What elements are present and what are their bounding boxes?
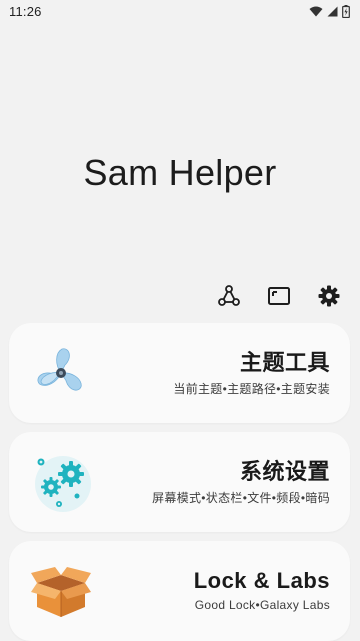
card-title: 系统设置 xyxy=(239,459,330,484)
box-icon xyxy=(31,567,91,617)
card-text: 系统设置 屏幕模式•状态栏•文件•频段•暗码 xyxy=(152,458,330,506)
card-system-settings[interactable]: 系统设置 屏幕模式•状态栏•文件•频段•暗码 xyxy=(9,432,350,532)
settings-button[interactable] xyxy=(316,283,342,309)
share-nodes-button[interactable] xyxy=(216,283,242,309)
card-title: Lock & Labs xyxy=(193,568,330,593)
status-bar: 11:26 xyxy=(0,0,360,22)
gears-icon xyxy=(35,456,91,512)
screen-frame-button[interactable] xyxy=(266,283,292,309)
card-text: Lock & Labs Good Lock•Galaxy Labs xyxy=(194,567,330,612)
status-icons xyxy=(309,4,350,18)
signal-icon xyxy=(327,6,338,16)
share-nodes-icon xyxy=(218,285,240,306)
fan-icon xyxy=(37,348,82,391)
card-subtitle: 当前主题•主题路径•主题安装 xyxy=(173,382,330,396)
card-text: 主题工具 当前主题•主题路径•主题安装 xyxy=(173,349,330,397)
status-time: 11:26 xyxy=(9,3,42,19)
gear-icon xyxy=(318,285,340,307)
screen-frame-icon xyxy=(268,287,290,305)
battery-icon xyxy=(342,4,350,18)
card-subtitle: Good Lock•Galaxy Labs xyxy=(194,598,330,612)
app-title: Sam Helper xyxy=(83,152,277,193)
toolbar xyxy=(216,283,342,309)
card-theme-tools[interactable]: 主题工具 当前主题•主题路径•主题安装 xyxy=(9,323,350,423)
card-lock-labs[interactable]: Lock & Labs Good Lock•Galaxy Labs xyxy=(9,541,350,641)
wifi-icon xyxy=(309,6,323,16)
card-subtitle: 屏幕模式•状态栏•文件•频段•暗码 xyxy=(152,491,330,505)
card-title: 主题工具 xyxy=(239,350,330,375)
